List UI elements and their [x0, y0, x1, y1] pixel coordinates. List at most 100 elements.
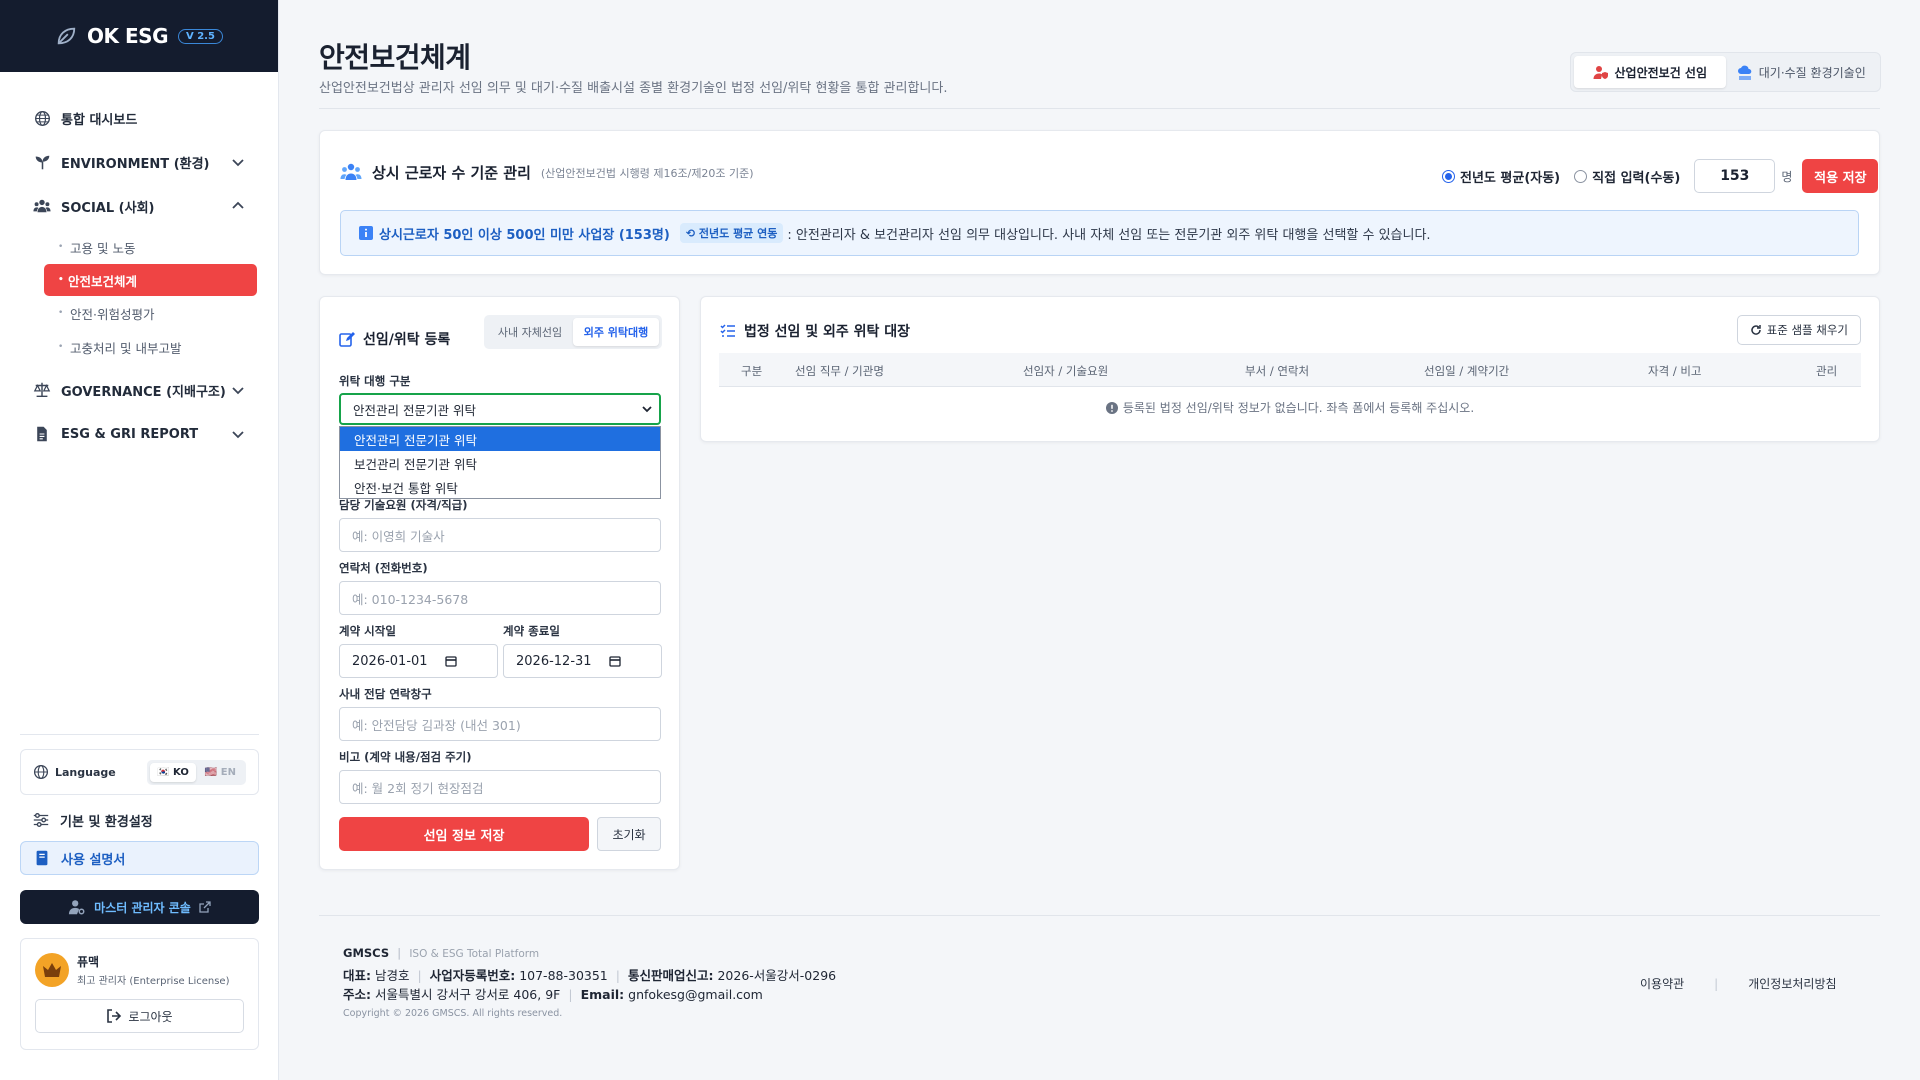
master-console-button[interactable]: 마스터 관리자 콘솔: [20, 890, 259, 924]
column-header: 구분: [741, 364, 763, 378]
tab-outsource[interactable]: 외주 위탁대행: [573, 318, 659, 346]
users-icon: [340, 163, 362, 180]
radio-auto[interactable]: 전년도 평균(자동): [1442, 167, 1560, 186]
page-title: 안전보건체계: [319, 41, 471, 74]
scale-icon: [33, 381, 51, 399]
leaf-logo-icon: [57, 27, 76, 45]
start-date-label: 계약 시작일: [339, 624, 396, 638]
privacy-link[interactable]: 개인정보처리방침: [1748, 975, 1836, 992]
radio-dot[interactable]: [1574, 169, 1588, 183]
sidebar-subitem-safety-health[interactable]: 안전보건체계: [44, 264, 257, 296]
column-header: 자격 / 비고: [1648, 364, 1702, 378]
sync-icon: ⟲: [685, 227, 696, 240]
lang-option-ko[interactable]: 🇰🇷 KO: [150, 762, 196, 782]
brand-header[interactable]: OK ESG V 2.5: [0, 0, 278, 72]
tab-inhouse[interactable]: 사내 자체선임: [487, 318, 573, 346]
users-icon: [33, 197, 51, 215]
globe-icon: [33, 764, 49, 780]
worker-count-controls: 전년도 평균(자동) 직접 입력(수동) 153 명 적용 저장: [1442, 159, 1879, 193]
language-toggle: 🇰🇷 KO 🇺🇸 EN: [147, 759, 246, 785]
empty-state: 등록된 법정 선임/위탁 정보가 없습니다. 좌측 폼에서 등록해 주십시오.: [701, 399, 1879, 416]
fill-sample-button[interactable]: 표준 샘플 채우기: [1736, 315, 1861, 345]
chevron-down-icon[interactable]: [230, 382, 246, 398]
manual-link[interactable]: 사용 설명서: [20, 841, 259, 875]
reset-button[interactable]: 초기화: [597, 817, 661, 851]
user-name: 퓨맥: [77, 955, 100, 969]
worker-card-note: (산업안전보건법 시행령 제16조/제20조 기준): [540, 167, 754, 180]
us-flag-icon: 🇺🇸: [204, 766, 218, 778]
tab-environment-technician[interactable]: 대기·수질 환경기술인: [1726, 56, 1878, 88]
radio-manual[interactable]: 직접 입력(수동): [1574, 167, 1680, 186]
sidebar-item-social[interactable]: SOCIAL (사회): [0, 184, 278, 228]
language-label: Language: [55, 765, 116, 779]
tech-input[interactable]: 예: 이영희 기술사: [339, 518, 661, 552]
sidebar-subitem-employment[interactable]: 고용 및 노동: [0, 230, 278, 264]
column-header: 선임 직무 / 기관명: [795, 364, 884, 378]
sidebar-item-governance[interactable]: GOVERNANCE (지배구조): [0, 368, 278, 412]
end-date-input[interactable]: 2026-12-31: [503, 644, 662, 678]
alert-circle-icon: [1105, 401, 1118, 414]
globe-icon: [33, 109, 51, 127]
footer-links: 이용약관 | 개인정보처리방침: [1640, 975, 1837, 992]
sprout-icon: [33, 153, 51, 171]
chevron-down-icon[interactable]: [230, 426, 246, 442]
settings-link[interactable]: 기본 및 환경설정: [20, 801, 259, 839]
sidebar-nav: 통합 대시보드 ENVIRONMENT (환경) SOCIAL (사회) 고용 …: [0, 72, 278, 456]
type-label: 위탁 대행 구분: [339, 374, 411, 388]
worker-card-title: 상시 근로자 수 기준 관리: [372, 163, 531, 182]
phone-label: 연락처 (전화번호): [339, 561, 428, 575]
sidebar-item-label: ESG & GRI REPORT: [61, 426, 199, 442]
sliders-icon: [33, 813, 49, 827]
dropdown-option[interactable]: 안전관리 전문기관 위탁: [340, 427, 660, 451]
apply-save-button[interactable]: 적용 저장: [1802, 159, 1879, 193]
dropdown-option[interactable]: 안전·보건 통합 위탁: [340, 475, 660, 499]
column-header: 선임일 / 계약기간: [1424, 364, 1510, 378]
terms-link[interactable]: 이용약관: [1640, 975, 1684, 992]
calendar-icon[interactable]: [445, 655, 457, 667]
sidebar-subitem-risk-assessment[interactable]: 안전·위험성평가: [0, 296, 278, 330]
report-icon: [33, 425, 51, 443]
memo-input[interactable]: 예: 월 2회 정기 현장점검: [339, 770, 661, 804]
save-appointment-button[interactable]: 선임 정보 저장: [339, 817, 589, 851]
ledger-table-header: 구분 선임 직무 / 기관명 선임자 / 기술요원 부서 / 연락처 선임일 /…: [719, 353, 1861, 387]
start-date-input[interactable]: 2026-01-01: [339, 644, 498, 678]
dropdown-option[interactable]: 보건관리 전문기관 위탁: [340, 451, 660, 475]
sidebar-item-dashboard[interactable]: 통합 대시보드: [0, 96, 278, 140]
phone-input[interactable]: 예: 010-1234-5678: [339, 581, 661, 615]
chevron-down-icon[interactable]: [230, 154, 246, 170]
outsource-type-select[interactable]: 안전관리 전문기관 위탁: [339, 393, 661, 425]
lang-option-en[interactable]: 🇺🇸 EN: [198, 763, 243, 782]
footer-divider: [319, 915, 1880, 916]
settings-label: 기본 및 환경설정: [60, 814, 153, 830]
sidebar-subitem-grievance[interactable]: 고충처리 및 내부고발: [0, 330, 278, 364]
book-icon: [36, 850, 48, 866]
footer-address: 주소: 서울특별시 강서구 강서로 406, 9F | Email: gnfokes…: [343, 987, 763, 1002]
sidebar-item-environment[interactable]: ENVIRONMENT (환경): [0, 140, 278, 184]
cloud-water-icon: [1737, 65, 1752, 80]
calendar-icon[interactable]: [609, 655, 621, 667]
tab-label: 대기·수질 환경기술인: [1758, 65, 1866, 80]
radio-dot[interactable]: [1442, 169, 1455, 183]
chevron-up-icon[interactable]: [230, 198, 246, 214]
user-cog-icon: [69, 900, 85, 915]
end-date-label: 계약 종료일: [503, 624, 560, 638]
brand-name: OK ESG: [87, 24, 168, 48]
master-console-label: 마스터 관리자 콘솔: [94, 900, 191, 915]
worker-count-card: 상시 근로자 수 기준 관리 (산업안전보건법 시행령 제16조/제20조 기준…: [319, 130, 1880, 275]
user-card: 퓨맥 최고 관리자 (Enterprise License) 로그아웃: [20, 938, 259, 1050]
footer-brand: GMSCS | ISO & ESG Total Platform: [343, 946, 540, 960]
korea-flag-icon: 🇰🇷: [157, 766, 170, 778]
tab-safety-appointment[interactable]: 산업안전보건 선임: [1574, 56, 1726, 88]
outsource-type-dropdown: 안전관리 전문기관 위탁 보건관리 전문기관 위탁 안전·보건 통합 위탁: [339, 426, 661, 499]
worker-count-unit: 명: [1781, 169, 1793, 184]
sync-badge: ⟲ 전년도 평균 연동: [679, 223, 784, 243]
footer-copyright: Copyright © 2026 GMSCS. All rights reser…: [343, 1008, 563, 1019]
avatar: [35, 953, 69, 987]
worker-count-input[interactable]: 153: [1694, 159, 1776, 193]
checklist-icon: [720, 324, 735, 337]
column-header: 선임자 / 기술요원: [1023, 364, 1109, 378]
contact-input[interactable]: 예: 안전담당 김과장 (내선 301): [339, 707, 661, 741]
user-role: 최고 관리자 (Enterprise License): [77, 976, 230, 987]
logout-button[interactable]: 로그아웃: [35, 999, 244, 1033]
sidebar-item-report[interactable]: ESG & GRI REPORT: [0, 412, 278, 456]
